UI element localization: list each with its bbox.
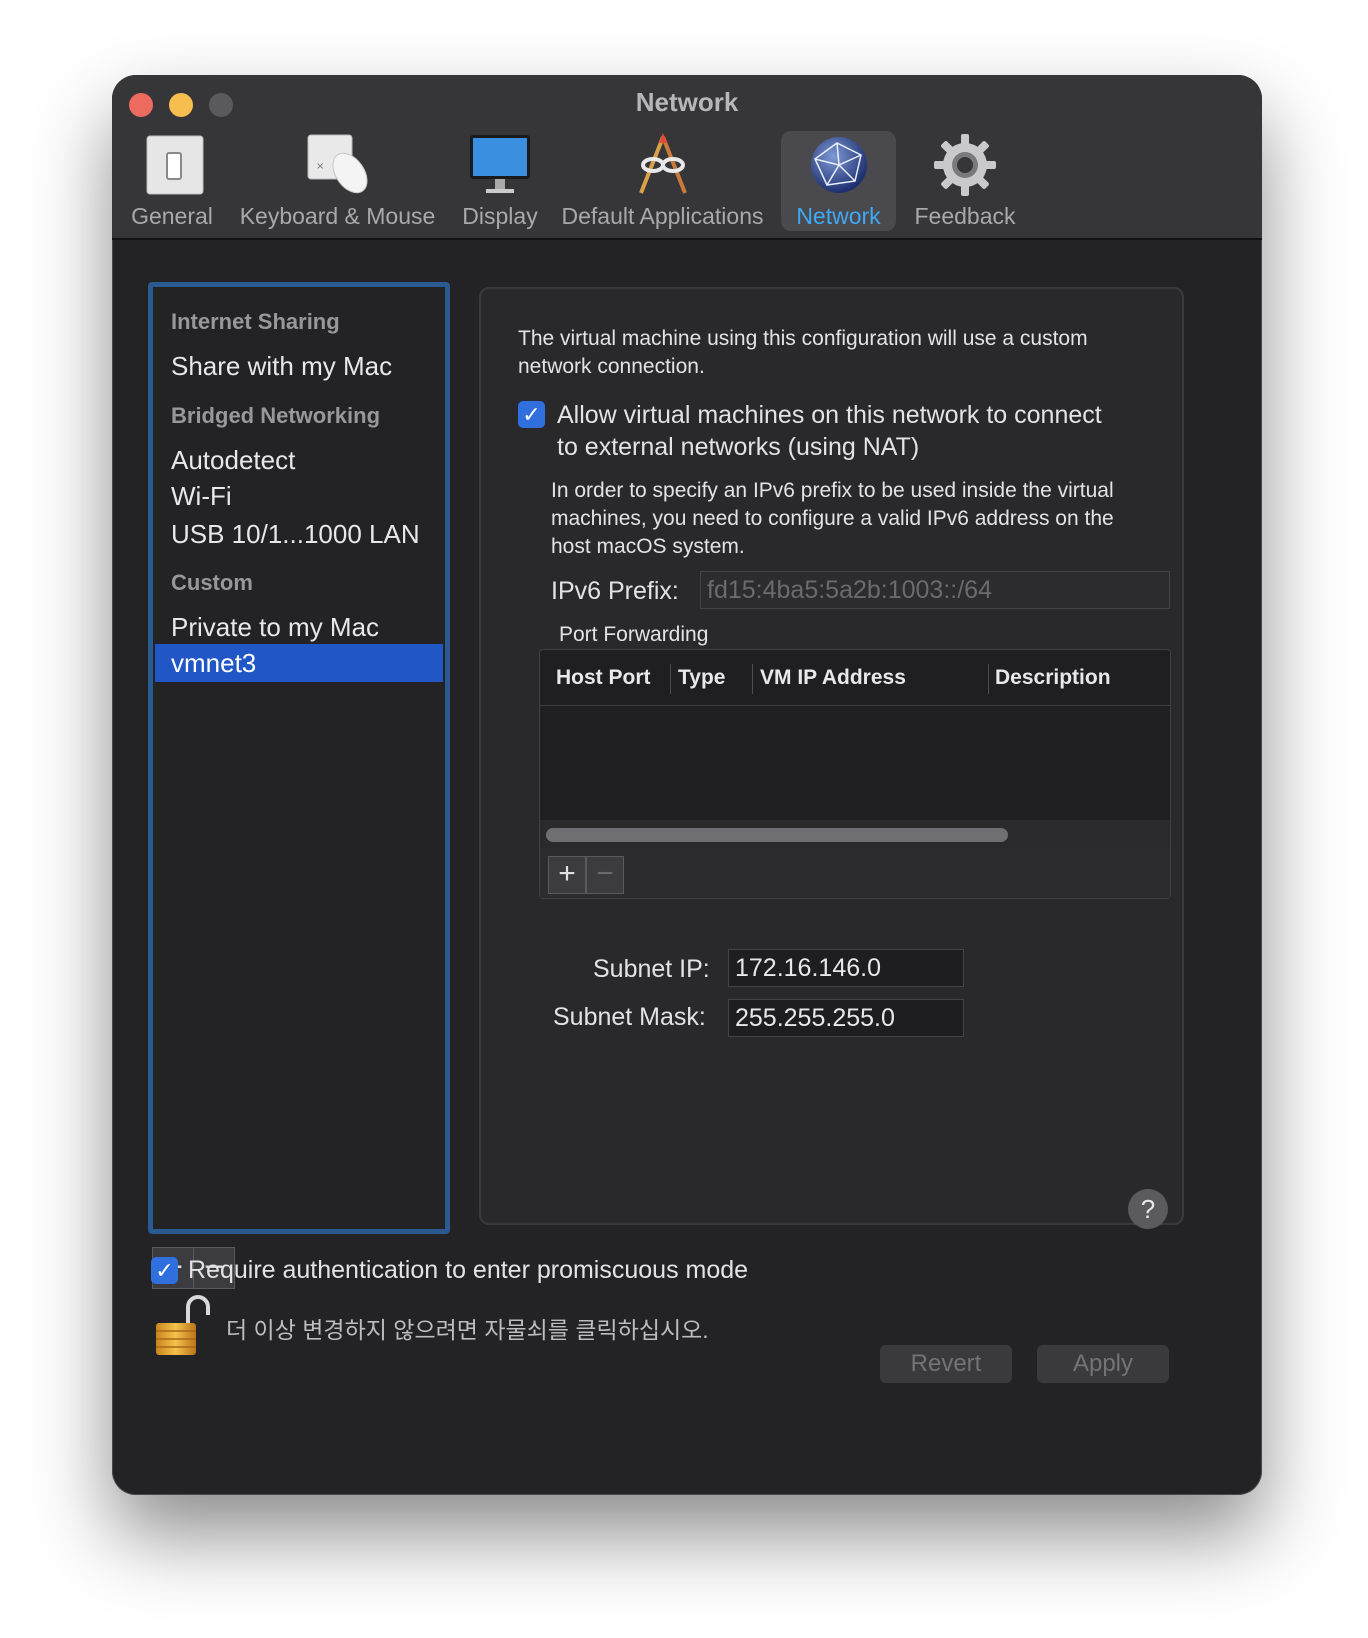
switch-icon <box>146 135 204 195</box>
column-separator <box>670 664 671 694</box>
svg-text:×: × <box>316 161 324 172</box>
section-header-internet-sharing: Internet Sharing <box>171 309 340 334</box>
network-item-vmnet3[interactable]: vmnet3 <box>171 648 256 679</box>
header-divider <box>540 705 1170 706</box>
default-apps-icon <box>638 133 687 194</box>
gear-icon <box>934 134 996 196</box>
config-description: The virtual machine using this configura… <box>518 327 1088 378</box>
apply-button[interactable]: Apply <box>1037 1345 1169 1383</box>
network-list[interactable]: Internet Sharing Share with my Mac Bridg… <box>148 282 450 1234</box>
globe-icon <box>810 137 867 193</box>
network-settings-panel: The virtual machine using this configura… <box>479 287 1184 1225</box>
subnet-mask-label: Subnet Mask: <box>553 1003 706 1031</box>
horizontal-scrollbar[interactable] <box>546 828 1008 842</box>
titlebar: Network General × Keyboard & Mouse Displ… <box>112 75 1262 240</box>
lock-hint-text: 더 이상 변경하지 않으려면 자물쇠를 클릭하십시오. <box>226 1317 709 1343</box>
section-header-custom: Custom <box>171 570 253 595</box>
toolbar-keyboard-mouse[interactable]: × Keyboard & Mouse <box>235 131 440 231</box>
network-item-usb-lan[interactable]: USB 10/1...1000 LAN <box>171 519 420 550</box>
subnet-mask-field[interactable]: 255.255.255.0 <box>728 999 964 1037</box>
subnet-ip-label: Subnet IP: <box>593 955 710 983</box>
network-item-private[interactable]: Private to my Mac <box>171 612 379 643</box>
promiscuous-checkbox[interactable]: ✓ <box>151 1257 178 1284</box>
port-forwarding-table[interactable]: Host Port Type VM IP Address Description… <box>539 649 1171 899</box>
toolbar-default-applications[interactable]: Default Applications <box>560 131 765 231</box>
toolbar-general[interactable]: General <box>122 131 222 231</box>
column-description[interactable]: Description <box>995 650 1111 706</box>
column-type[interactable]: Type <box>678 650 725 706</box>
preferences-window: Network General × Keyboard & Mouse Displ… <box>112 75 1262 1495</box>
toolbar-display[interactable]: Display <box>450 131 550 231</box>
add-port-forward-button[interactable]: + <box>548 856 586 894</box>
toolbar-network[interactable]: Network <box>781 131 896 231</box>
unlocked-padlock-icon[interactable] <box>154 1293 210 1357</box>
ipv6-note-line3: host macOS system. <box>551 535 745 558</box>
column-vm-ip-address[interactable]: VM IP Address <box>760 650 906 706</box>
column-host-port[interactable]: Host Port <box>556 650 651 706</box>
nat-label-line2: to external networks (using NAT) <box>557 433 920 461</box>
ipv6-prefix-field: fd15:4ba5:5a2b:1003::/64 <box>700 571 1170 609</box>
network-item-share-with-my-mac[interactable]: Share with my Mac <box>171 351 392 382</box>
network-item-autodetect[interactable]: Autodetect <box>171 445 295 476</box>
nat-label-line1: Allow virtual machines on this network t… <box>557 401 1102 429</box>
help-button[interactable]: ? <box>1128 1189 1168 1229</box>
remove-port-forward-button[interactable]: − <box>586 856 624 894</box>
keyboard-mouse-icon: × <box>307 134 368 194</box>
section-header-bridged: Bridged Networking <box>171 403 381 428</box>
subnet-ip-field[interactable]: 172.16.146.0 <box>728 949 964 987</box>
toolbar-feedback[interactable]: Feedback <box>906 131 1024 231</box>
port-forwarding-title: Port Forwarding <box>559 623 709 646</box>
ipv6-note-line2: machines, you need to configure a valid … <box>551 507 1114 530</box>
promiscuous-label: Require authentication to enter promiscu… <box>188 1256 749 1284</box>
ipv6-note-line1: In order to specify an IPv6 prefix to be… <box>551 479 1114 502</box>
window-title: Network <box>635 87 739 117</box>
revert-button[interactable]: Revert <box>880 1345 1012 1383</box>
nat-checkbox[interactable]: ✓ <box>518 401 545 428</box>
table-footer <box>540 848 1170 898</box>
display-icon <box>470 135 530 193</box>
network-item-wifi[interactable]: Wi-Fi <box>171 481 232 512</box>
column-separator <box>752 664 753 694</box>
column-separator <box>988 664 989 694</box>
ipv6-prefix-label: IPv6 Prefix: <box>551 577 679 605</box>
